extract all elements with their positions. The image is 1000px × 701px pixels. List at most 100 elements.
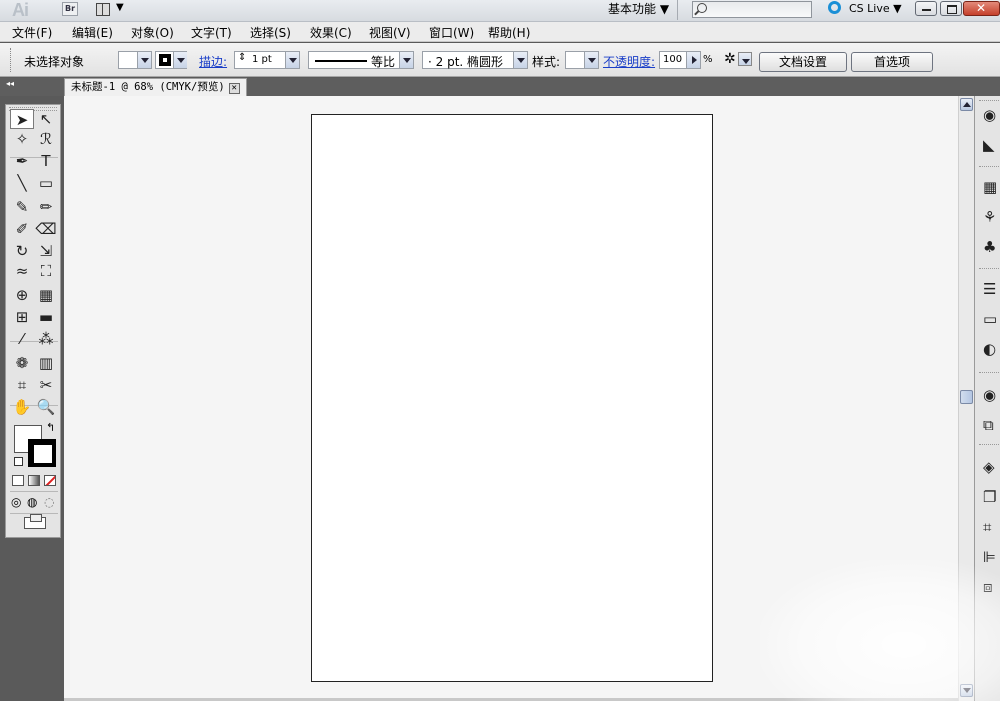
warp-tool-icon[interactable]: ≈ — [10, 261, 34, 281]
preferences-button[interactable]: 首选项 — [851, 52, 933, 72]
chevron-down-icon — [399, 52, 413, 68]
stepper-icon[interactable]: ⇕ — [238, 52, 246, 63]
opacity-field[interactable]: 100 — [659, 51, 701, 69]
menu-select[interactable]: 选择(S) — [250, 24, 291, 41]
menu-file[interactable]: 文件(F) — [12, 24, 52, 41]
vertical-scrollbar[interactable] — [958, 96, 974, 701]
gradient-icon[interactable]: ▭ — [983, 310, 1000, 328]
document-tab[interactable]: 未标题-1 @ 68% (CMYK/预览) ✕ — [64, 78, 247, 96]
stroke-weight-field[interactable]: ⇕ 1 pt — [234, 51, 300, 69]
cs-live-menu[interactable]: CS Live ▼ — [828, 0, 902, 20]
chevron-down-icon — [285, 52, 299, 68]
selection-tool-icon[interactable]: ➤ — [10, 109, 34, 129]
stroke-color-dropdown[interactable] — [155, 51, 187, 69]
swatches-icon[interactable]: ▦ — [983, 178, 1000, 196]
scale-tool-icon[interactable]: ⇲ — [34, 241, 58, 261]
graphic-style-dropdown[interactable] — [565, 51, 599, 69]
pen-tool-icon[interactable]: ✒ — [10, 151, 34, 171]
collapse-panels-icon[interactable]: ◂◂ — [6, 79, 14, 88]
workspace-switcher[interactable]: 基本功能 ▼ — [596, 0, 678, 20]
draw-behind-icon[interactable]: ◍ — [27, 495, 37, 509]
eyedropper-tool-icon[interactable]: ⁄ — [10, 329, 34, 349]
align-icon[interactable]: ⊫ — [983, 548, 1000, 566]
opacity-panel-link[interactable]: 不透明度: — [603, 53, 655, 70]
brush-definition-dropdown[interactable]: · 2 pt. 椭圆形 — [422, 51, 528, 69]
swap-fill-stroke-icon[interactable]: ↰ — [46, 421, 55, 434]
bridge-button[interactable]: Br — [62, 2, 78, 16]
rotate-tool-icon[interactable]: ↻ — [10, 241, 34, 261]
stroke-icon[interactable]: ☰ — [983, 280, 1000, 298]
direct-selection-tool-icon[interactable]: ↖ — [34, 109, 58, 129]
gradient-mode-icon[interactable] — [28, 475, 40, 486]
default-fill-stroke-icon[interactable] — [14, 457, 23, 466]
blob-brush-tool-icon[interactable]: ✐ — [10, 219, 34, 239]
scroll-down-icon[interactable] — [960, 684, 973, 697]
menu-edit[interactable]: 编辑(E) — [72, 24, 113, 41]
none-mode-icon[interactable] — [44, 475, 56, 486]
menu-effect[interactable]: 效果(C) — [310, 24, 352, 41]
panel-dock: ◉ ◣ ▦ ⚘ ♣ ☰ ▭ ◐ ◉ ⧉ ◈ ❐ ⌗ ⊫ ⧈ — [974, 96, 1000, 701]
menu-window[interactable]: 窗口(W) — [429, 24, 474, 41]
free-transform-tool-icon[interactable]: ⛶ — [34, 261, 58, 281]
scroll-up-icon[interactable] — [960, 98, 973, 111]
artboards-icon[interactable]: ❐ — [983, 488, 1000, 506]
zoom-tool-icon[interactable]: 🔍 — [34, 397, 58, 417]
opacity-value: 100 — [663, 54, 683, 65]
transparency-icon[interactable]: ◐ — [983, 340, 1000, 358]
slice-tool-icon[interactable]: ✂ — [34, 375, 58, 395]
canvas-area[interactable] — [64, 96, 958, 698]
control-bar-grip[interactable] — [10, 48, 12, 72]
help-search-input[interactable] — [692, 1, 812, 18]
artboard[interactable] — [311, 114, 713, 682]
graphic-styles-icon[interactable]: ⧉ — [983, 416, 1000, 434]
perspective-grid-tool-icon[interactable]: ▦ — [34, 285, 58, 305]
dock-separator — [979, 444, 1000, 447]
menu-view[interactable]: 视图(V) — [369, 24, 411, 41]
line-tool-icon[interactable]: ╲ — [10, 173, 34, 193]
screen-mode-icon[interactable] — [24, 514, 46, 529]
paintbrush-tool-icon[interactable]: ✎ — [10, 197, 34, 217]
chevron-down-icon — [513, 52, 527, 68]
menu-help[interactable]: 帮助(H) — [488, 24, 530, 41]
transform-icon[interactable]: ⌗ — [983, 518, 1000, 536]
recolor-artwork-button[interactable]: ✲ — [724, 51, 752, 69]
menu-object[interactable]: 对象(O) — [131, 24, 174, 41]
type-tool-icon[interactable]: T — [34, 151, 58, 171]
brushes-icon[interactable]: ⚘ — [983, 208, 1000, 226]
appearance-icon[interactable]: ◉ — [983, 386, 1000, 404]
lasso-tool-icon[interactable]: ℛ — [34, 129, 58, 149]
gradient-tool-icon[interactable]: ▬ — [34, 307, 58, 327]
close-window-button[interactable] — [963, 1, 1000, 16]
blend-tool-icon[interactable]: ⁂ — [34, 329, 58, 349]
color-mode-icon[interactable] — [12, 475, 24, 486]
stroke-panel-link[interactable]: 描边: — [199, 53, 227, 70]
document-tab-title: 未标题-1 @ 68% (CMYK/预览) — [71, 81, 225, 93]
fill-color-dropdown[interactable] — [118, 51, 152, 69]
pencil-tool-icon[interactable]: ✏ — [34, 197, 58, 217]
color-guide-icon[interactable]: ◣ — [983, 136, 1000, 154]
document-setup-button[interactable]: 文档设置 — [759, 52, 847, 72]
eraser-tool-icon[interactable]: ⌫ — [34, 219, 58, 239]
close-tab-icon[interactable]: ✕ — [228, 83, 240, 94]
hand-tool-icon[interactable]: ✋ — [10, 397, 34, 417]
scroll-thumb[interactable] — [960, 390, 973, 404]
restore-button[interactable] — [940, 1, 962, 16]
rectangle-tool-icon[interactable]: ▭ — [34, 173, 58, 193]
color-icon[interactable]: ◉ — [983, 106, 1000, 124]
menu-type[interactable]: 文字(T) — [191, 24, 232, 41]
shape-builder-tool-icon[interactable]: ⊕ — [10, 285, 34, 305]
draw-normal-icon[interactable]: ◎ — [11, 495, 21, 509]
stroke-swatch[interactable] — [28, 439, 56, 467]
column-graph-tool-icon[interactable]: ▥ — [34, 353, 58, 373]
variable-width-profile-dropdown[interactable]: 等比 — [308, 51, 414, 69]
symbols-icon[interactable]: ♣ — [983, 238, 1000, 256]
symbol-sprayer-tool-icon[interactable]: ❁ — [10, 353, 34, 373]
draw-inside-icon[interactable]: ◌ — [44, 495, 54, 509]
magic-wand-tool-icon[interactable]: ✧ — [10, 129, 34, 149]
arrange-documents-button[interactable]: ▼ — [96, 2, 128, 18]
layers-icon[interactable]: ◈ — [983, 458, 1000, 476]
pathfinder-icon[interactable]: ⧈ — [983, 578, 1000, 596]
minimize-button[interactable] — [915, 1, 937, 16]
artboard-tool-icon[interactable]: ⌗ — [10, 375, 34, 395]
mesh-tool-icon[interactable]: ⊞ — [10, 307, 34, 327]
